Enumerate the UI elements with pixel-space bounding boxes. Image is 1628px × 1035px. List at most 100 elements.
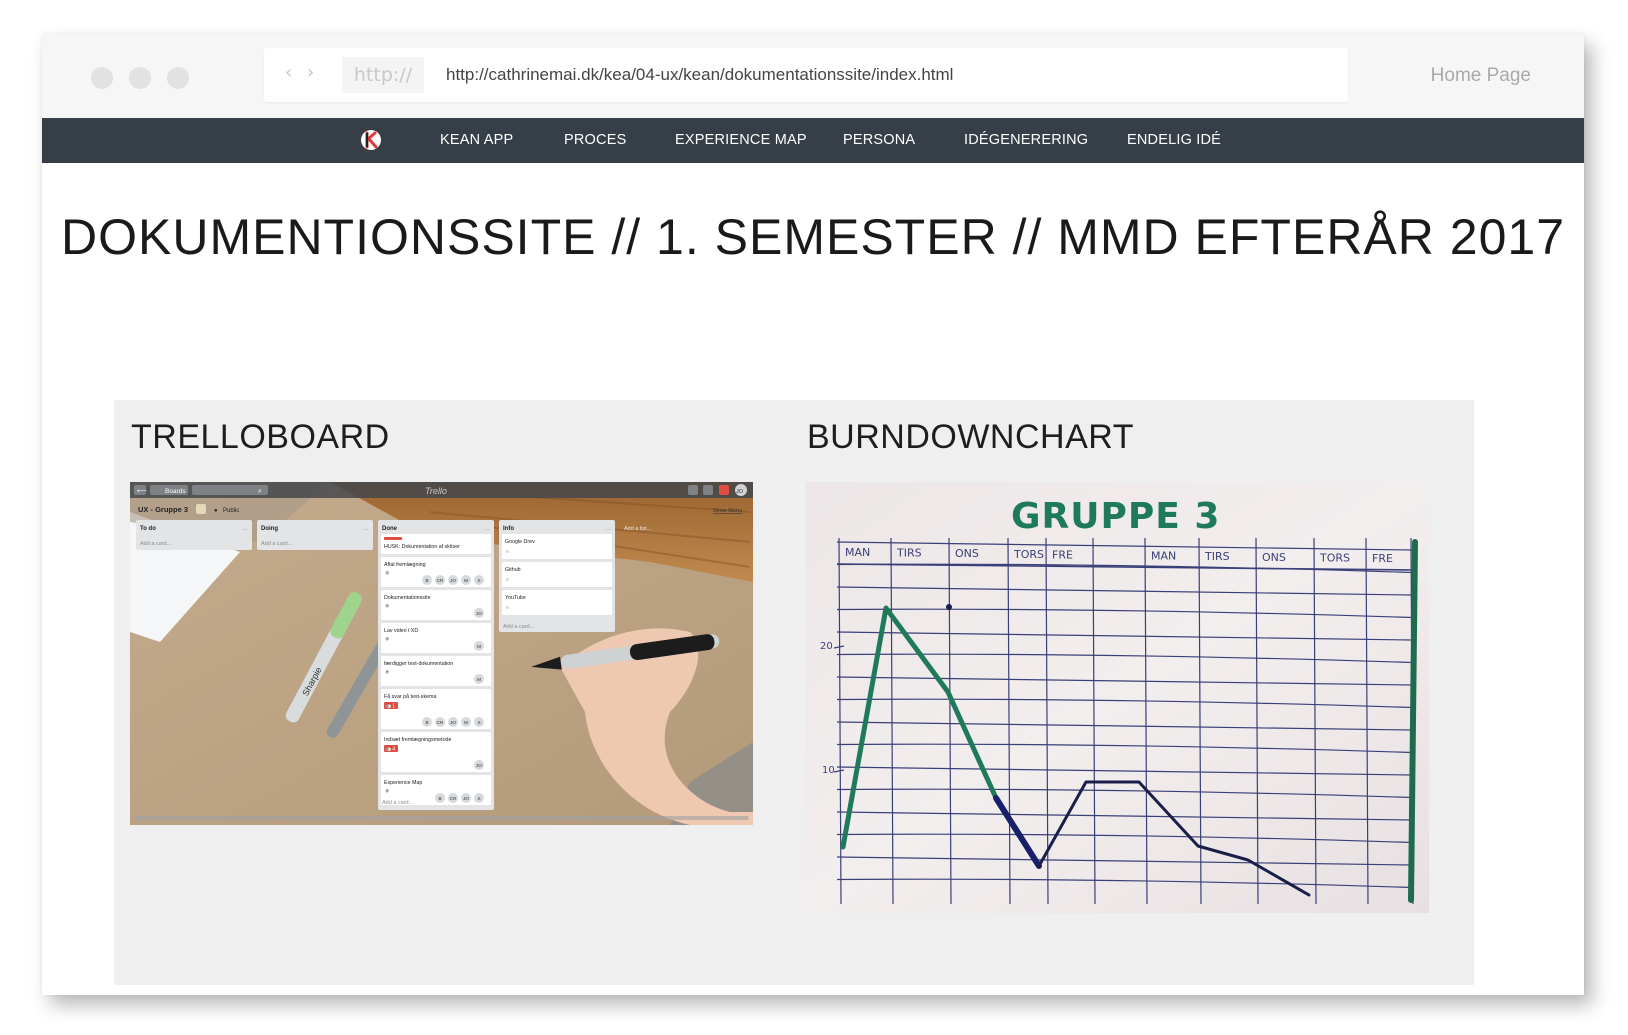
burndown-day-label: TORS [1319, 551, 1350, 564]
trello-card-text: Github [505, 567, 521, 573]
page-title: DOKUMENTIONSSITE // 1. SEMESTER // MMD E… [60, 209, 1566, 265]
trello-done-card[interactable]: Dokumentationssite ◉ JO [381, 590, 491, 620]
trello-done-card[interactable]: Aftal fremlægning ◉ B CR JO M S [381, 557, 491, 587]
trello-description-icon: ≡ [506, 577, 509, 583]
burndown-y-tick-10: 10 [822, 765, 835, 776]
forward-arrow-icon[interactable]: › [307, 62, 314, 83]
svg-text:JO: JO [736, 489, 744, 495]
trello-notification-icon[interactable] [719, 485, 729, 495]
trello-member-initials: JO [450, 578, 456, 583]
trello-member-initials: CR [437, 720, 444, 725]
trello-member-initials: JO [476, 763, 482, 768]
trello-visibility[interactable]: Public [223, 508, 239, 514]
trello-member-initials: M [464, 578, 468, 583]
burndown-day-label: TIRS [896, 547, 922, 560]
trello-label-red [384, 537, 402, 540]
trello-card-text: Experience Map [384, 780, 422, 786]
nav-item-endelig-ide[interactable]: ENDELIG IDÉ [1127, 118, 1221, 163]
svg-text:Add a card...: Add a card... [261, 541, 293, 547]
trello-description-icon: ≡ [506, 605, 509, 611]
trello-list-info: Info … Google Drev ≡ Github ≡ YouTube ≡ Add a… [499, 520, 615, 632]
trello-card-text: Aftal fremlægning [384, 562, 426, 568]
trello-done-card[interactable]: Lav video i XD ◉ M [381, 623, 491, 653]
protocol-hint: http:// [342, 57, 424, 93]
trello-member-initials: B [438, 796, 441, 801]
site-nav: KEAN APP PROCES EXPERIENCE MAP PERSONA I… [42, 118, 1584, 163]
trello-member-initials: S [477, 796, 480, 801]
burndown-day-label: MAN [1151, 550, 1176, 563]
svg-text:…: … [484, 526, 490, 532]
burndown-day-label: TIRS [1204, 550, 1230, 563]
home-page-label[interactable]: Home Page [1431, 65, 1531, 87]
trello-done-card[interactable]: HUSK: Dokumentation af skitser [381, 534, 491, 554]
trello-search-input[interactable] [192, 485, 268, 495]
trello-member-initials: S [477, 578, 480, 583]
nav-item-experience-map[interactable]: EXPERIENCE MAP [675, 118, 807, 163]
svg-text:Add a card...: Add a card... [503, 624, 535, 630]
trello-description-icon: ≡ [506, 549, 509, 555]
burndown-y-tick-20: 20 [820, 641, 833, 652]
trello-watch-icon: ◉ [385, 788, 390, 794]
trello-card-text: Google Drev [505, 539, 535, 545]
trello-done-card[interactable]: Få svar på test-skema⏰1◉B CR JO M S [381, 689, 491, 729]
trello-done-card[interactable]: færdigger test-dokumentation ◉ M [381, 656, 491, 686]
address-bar[interactable]: ‹ › http:// http://cathrinemai.dk/kea/04… [264, 48, 1348, 102]
trello-card-text: Indsæt fremlægningsmetode [384, 737, 451, 743]
svg-text:Doing: Doing [261, 526, 278, 532]
trello-add-icon[interactable] [688, 485, 698, 495]
trello-watch-icon: ◉ [385, 570, 390, 576]
svg-text:Done: Done [382, 526, 398, 532]
trello-list-doing: Doing … Add a card... [257, 520, 373, 550]
svg-text:To do: To do [140, 526, 156, 532]
trello-screenshot[interactable]: Sharpie ⟵ Boards ⌕ Trello JO UX - Gruppe… [130, 482, 753, 825]
trello-card-text: Lav video i XD [384, 628, 418, 634]
trello-watch-icon: ◉ [385, 636, 390, 642]
trello-add-list[interactable]: Add a list... [624, 526, 652, 532]
burndown-photo[interactable]: GRUPPE 3 MAN TIRS ONS TORS FRE MAN TIRS ONS TORS… [806, 482, 1429, 913]
trello-member-initials: CR [450, 796, 457, 801]
window-maximize-dot[interactable] [167, 67, 189, 89]
svg-text:…: … [242, 526, 248, 532]
trello-member-initials: M [477, 644, 481, 649]
burndown-day-label: FRE [1052, 548, 1073, 561]
burndown-right-edge-line [1408, 539, 1418, 903]
trello-member-initials: B [425, 578, 428, 583]
browser-chrome: ‹ › http:// http://cathrinemai.dk/kea/04… [42, 34, 1584, 118]
trello-search-icon[interactable]: ⌕ [258, 488, 262, 495]
browser-window: ‹ › http:// http://cathrinemai.dk/kea/04… [42, 34, 1584, 995]
nav-item-persona[interactable]: PERSONA [843, 118, 915, 163]
nav-item-proces[interactable]: PROCES [564, 118, 626, 163]
trello-info-card[interactable]: Github ≡ [502, 562, 612, 587]
window-minimize-dot[interactable] [129, 67, 151, 89]
burndown-day-label: ONS [955, 547, 979, 560]
trello-list-todo: To do … Add a card... [136, 520, 252, 550]
nav-item-kean-app[interactable]: KEAN APP [440, 118, 513, 163]
svg-text:…: … [363, 526, 369, 532]
trello-member-initials: JO [476, 611, 482, 616]
trello-watch-icon: ◉ [385, 669, 390, 675]
trello-scrollbar[interactable] [134, 816, 749, 820]
trello-boards-button[interactable]: Boards [165, 488, 186, 495]
trello-done-card[interactable]: Indsæt fremlægningsmetode⏰4◉JO [381, 732, 491, 772]
trello-info-card[interactable]: Google Drev ≡ [502, 534, 612, 559]
trello-member-initials: M [477, 677, 481, 682]
url-text[interactable]: http://cathrinemai.dk/kea/04-ux/kean/dok… [446, 48, 953, 102]
svg-text:…: … [605, 526, 611, 532]
trello-board-name: UX - Gruppe 3 [138, 505, 188, 514]
trello-member-initials: B [425, 720, 428, 725]
trello-member-initials: M [464, 720, 468, 725]
back-arrow-icon[interactable]: ‹ [285, 62, 292, 83]
trello-card-text: HUSK: Dokumentation af skitser [384, 544, 460, 550]
trello-card: TRELLOBOARD Sharpie ⟵ Boards ⌕ Trello JO… [114, 400, 798, 985]
window-close-dot[interactable] [91, 67, 113, 89]
trello-public-dot-icon: ● [214, 508, 218, 514]
trello-star-icon[interactable] [196, 504, 206, 514]
trello-card-title: TRELLOBOARD [131, 418, 390, 456]
nav-item-idegenerering[interactable]: IDÉGENERERING [964, 118, 1088, 163]
trello-member-initials: JO [463, 796, 469, 801]
trello-info-icon[interactable] [703, 485, 713, 495]
trello-info-card[interactable]: YouTube ≡ [502, 590, 612, 615]
trello-show-menu[interactable]: Show Menu [713, 508, 742, 514]
trello-logo[interactable]: Trello [425, 486, 447, 496]
kean-logo-icon[interactable] [359, 128, 383, 152]
